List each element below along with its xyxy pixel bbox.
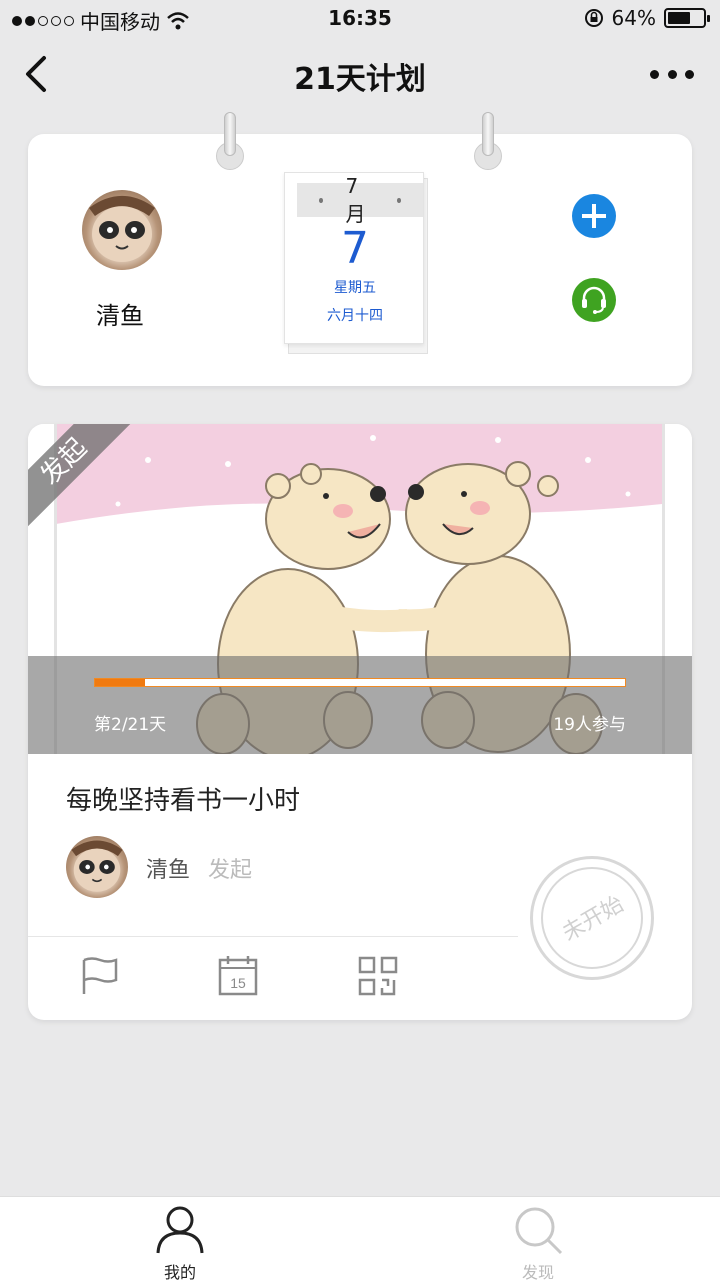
plan-title: 每晚坚持看书一小时 [66,786,301,816]
status-stamp: 未开始 [530,856,654,980]
calendar-icon[interactable]: 15 [216,954,260,998]
progress-fill [95,679,146,686]
rotation-lock-icon [584,9,603,27]
user-icon [156,1206,204,1254]
progress-overlay: 第2/21天 19人参与 [28,656,692,754]
status-bar: 中国移动 16:35 64% [0,0,720,36]
participant-count: 19人参与 [553,715,626,735]
creator-role: 发起 [208,858,253,883]
svg-text:15: 15 [230,975,246,991]
nav-bar: 21天计划 [0,36,720,112]
battery-icon [664,8,710,28]
status-stamp-text: 未开始 [558,891,629,947]
calendar-lunar-date: 六月十四 [327,308,383,324]
divider [28,936,518,937]
creator-name: 清鱼 [146,858,191,883]
plan-card[interactable]: 发起 第2/21天 19人参与 每晚坚持看书一小时 清鱼 发起 未开始 15 [28,424,692,1020]
calendar-weekday: 星期五 [334,280,376,296]
tab-mine[interactable]: 我的 [120,1197,240,1280]
progress-bar [94,678,626,687]
plan-cover-image: 发起 第2/21天 19人参与 [28,424,692,754]
customer-service-button[interactable] [572,278,616,322]
calendar-day: 7 [341,223,369,274]
page-title: 21天计划 [294,62,426,97]
flag-icon[interactable] [78,954,122,998]
tab-discover[interactable]: 发现 [478,1197,598,1280]
creator-avatar[interactable] [66,836,128,898]
more-icon[interactable] [650,62,694,86]
avatar[interactable] [82,190,162,270]
battery-percent: 64% [611,6,656,30]
add-plan-button[interactable] [572,194,616,238]
search-icon [515,1207,563,1255]
tab-label-mine: 我的 [163,1263,196,1280]
binder-ring-right [474,112,502,172]
tab-label-discover: 发现 [521,1263,554,1280]
headset-icon [582,286,606,314]
profile-name: 清鱼 [96,302,144,330]
calendar-widget: 7月 7 星期五 六月十四 [284,172,428,354]
day-count: 第2/21天 [94,715,167,735]
calendar-month: 7月 [345,173,366,226]
tab-bar: 我的 发现 [0,1196,720,1280]
profile-card: 清鱼 7月 7 星期五 六月十四 [28,134,692,386]
qr-code-icon[interactable] [356,954,400,998]
binder-ring-left [216,112,244,172]
